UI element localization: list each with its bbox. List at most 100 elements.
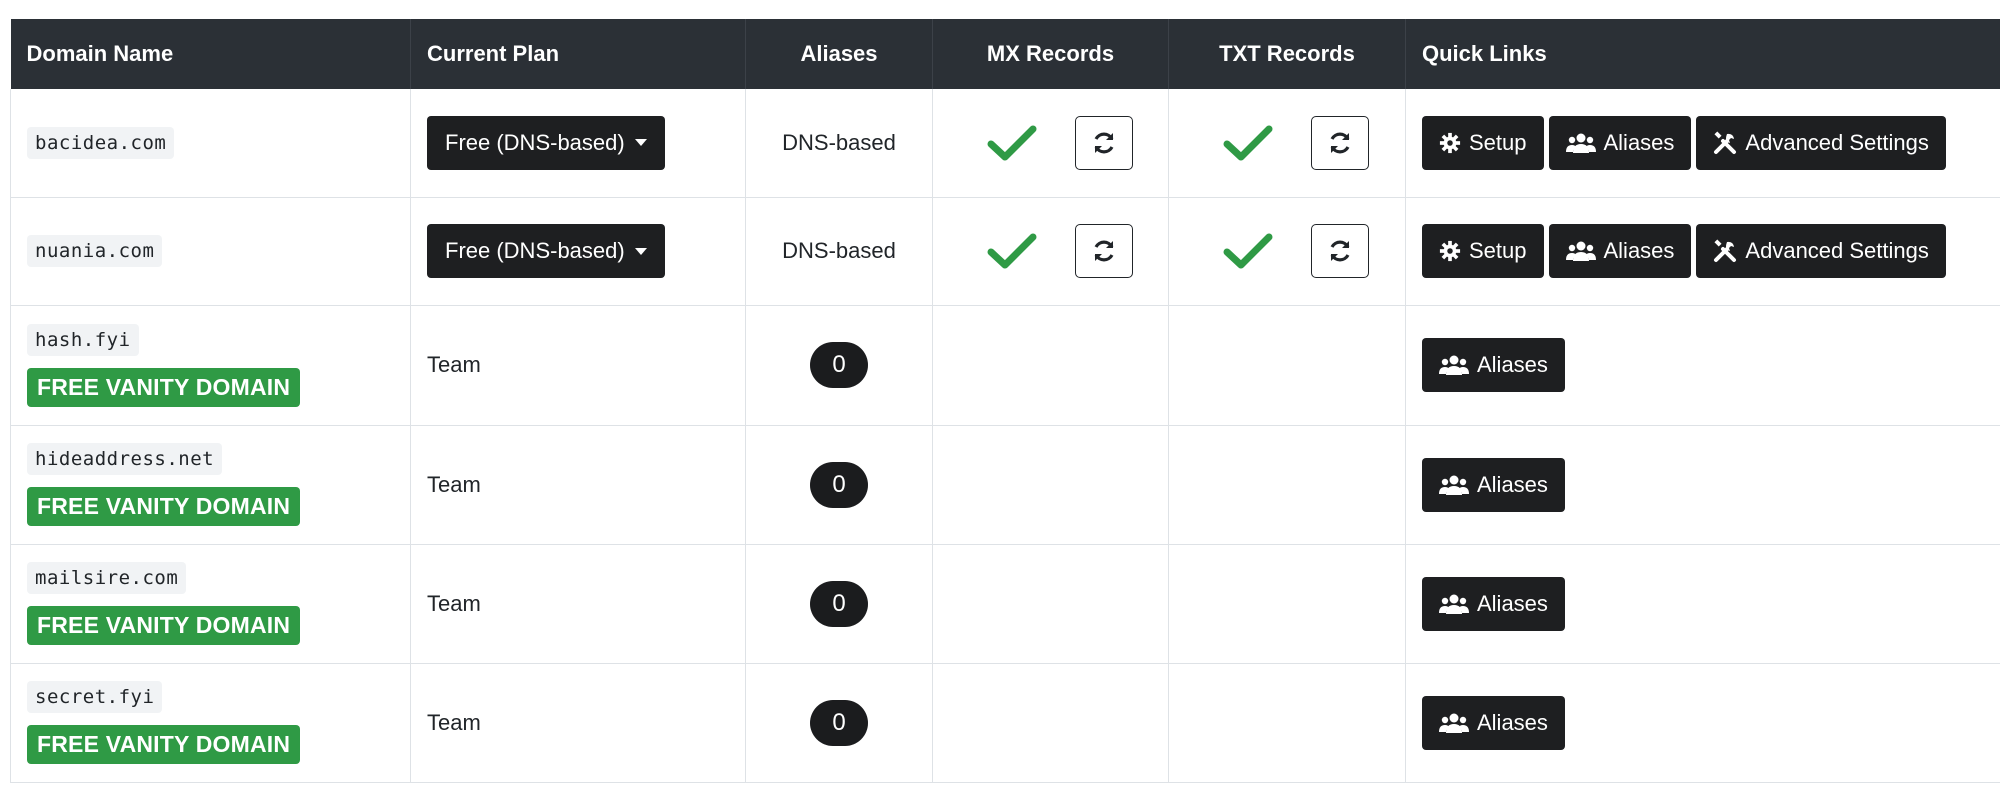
domain-cell: hash.fyi FREE VANITY DOMAIN bbox=[10, 305, 411, 426]
refresh-icon bbox=[1094, 132, 1114, 154]
aliases-button[interactable]: Aliases bbox=[1422, 695, 1565, 750]
table-row: hash.fyi FREE VANITY DOMAIN Team 0 Alias… bbox=[10, 305, 2000, 426]
aliases-cell: DNS-based bbox=[745, 197, 933, 306]
mx-records-cell bbox=[932, 544, 1169, 664]
table-row: bacidea.com Free (DNS-based) DNS-based S… bbox=[10, 89, 2000, 198]
refresh-icon bbox=[1330, 132, 1350, 154]
domains-table-wrapper: Domain Name Current Plan Aliases MX Reco… bbox=[10, 19, 2000, 783]
vanity-domain-badge: FREE VANITY DOMAIN bbox=[27, 606, 301, 645]
table-row: mailsire.com FREE VANITY DOMAIN Team 0 A… bbox=[10, 544, 2000, 664]
aliases-button-label: Aliases bbox=[1477, 590, 1548, 616]
domain-cell: bacidea.com bbox=[10, 89, 411, 198]
plan-cell: Free (DNS-based) bbox=[410, 197, 746, 306]
domains-table: Domain Name Current Plan Aliases MX Reco… bbox=[10, 19, 2000, 783]
aliases-cell: 0 bbox=[745, 544, 933, 664]
table-header-row: Domain Name Current Plan Aliases MX Reco… bbox=[10, 19, 2000, 89]
quick-links-cell: Aliases bbox=[1405, 544, 2000, 664]
aliases-cell: 0 bbox=[745, 305, 933, 426]
check-icon bbox=[1223, 233, 1273, 269]
quick-links-cell: Aliases bbox=[1405, 425, 2000, 545]
users-icon bbox=[1565, 241, 1596, 261]
setup-button-label: Setup bbox=[1469, 129, 1527, 155]
refresh-icon bbox=[1094, 240, 1114, 262]
quick-links-cell: Setup Aliases Advanced Settings bbox=[1405, 197, 2000, 306]
plan-dropdown-button[interactable]: Free (DNS-based) bbox=[427, 115, 665, 170]
aliases-cell: DNS-based bbox=[745, 89, 933, 198]
alias-count-badge: 0 bbox=[810, 461, 868, 508]
advanced-settings-label: Advanced Settings bbox=[1745, 129, 1929, 155]
aliases-button-label: Aliases bbox=[1603, 129, 1675, 155]
domain-name: bacidea.com bbox=[27, 126, 175, 159]
plan-cell: Free (DNS-based) bbox=[410, 89, 746, 198]
gear-icon bbox=[1439, 240, 1461, 262]
header-domain-name: Domain Name bbox=[10, 19, 411, 89]
users-icon bbox=[1439, 355, 1469, 375]
quick-links-cell: Aliases bbox=[1405, 663, 2000, 783]
table-row: hideaddress.net FREE VANITY DOMAIN Team … bbox=[10, 425, 2000, 545]
mx-refresh-button[interactable] bbox=[1075, 224, 1133, 278]
advanced-settings-label: Advanced Settings bbox=[1745, 238, 1929, 263]
caret-down-icon bbox=[634, 139, 647, 147]
plan-dropdown-label: Free (DNS-based) bbox=[445, 129, 625, 155]
domain-name: mailsire.com bbox=[27, 562, 187, 594]
txt-records-cell bbox=[1168, 663, 1406, 783]
alias-count-badge: 0 bbox=[810, 580, 868, 627]
vanity-domain-badge: FREE VANITY DOMAIN bbox=[27, 487, 301, 526]
table-row: secret.fyi FREE VANITY DOMAIN Team 0 Ali… bbox=[10, 663, 2000, 783]
aliases-button[interactable]: Aliases bbox=[1422, 457, 1565, 512]
plan-cell: Team bbox=[410, 544, 746, 664]
gear-icon bbox=[1439, 132, 1461, 153]
txt-refresh-button[interactable] bbox=[1311, 115, 1369, 170]
domain-cell: secret.fyi FREE VANITY DOMAIN bbox=[10, 663, 411, 783]
check-icon bbox=[1223, 125, 1273, 161]
check-icon bbox=[987, 233, 1037, 269]
header-current-plan: Current Plan bbox=[410, 19, 746, 89]
setup-button[interactable]: Setup bbox=[1422, 224, 1544, 278]
aliases-button-label: Aliases bbox=[1477, 709, 1548, 735]
aliases-cell: 0 bbox=[745, 663, 933, 783]
tools-icon bbox=[1714, 131, 1737, 154]
mx-records-cell bbox=[932, 425, 1169, 545]
aliases-button[interactable]: Aliases bbox=[1548, 115, 1692, 170]
domain-name: hash.fyi bbox=[27, 323, 139, 356]
domain-cell: mailsire.com FREE VANITY DOMAIN bbox=[10, 544, 411, 664]
caret-down-icon bbox=[634, 247, 647, 255]
aliases-button-label: Aliases bbox=[1477, 352, 1548, 377]
advanced-settings-button[interactable]: Advanced Settings bbox=[1696, 224, 1946, 278]
aliases-button[interactable]: Aliases bbox=[1422, 338, 1565, 392]
header-quick-links: Quick Links bbox=[1405, 19, 2000, 89]
txt-records-cell bbox=[1168, 544, 1406, 664]
aliases-cell: 0 bbox=[745, 425, 933, 545]
aliases-button-label: Aliases bbox=[1603, 238, 1675, 263]
txt-records-cell bbox=[1168, 89, 1406, 198]
mx-records-cell bbox=[932, 89, 1169, 198]
mx-records-cell bbox=[932, 663, 1169, 783]
alias-count-badge: 0 bbox=[810, 342, 868, 388]
domain-name: nuania.com bbox=[27, 235, 163, 267]
plan-dropdown-button[interactable]: Free (DNS-based) bbox=[427, 224, 665, 278]
domain-cell: hideaddress.net FREE VANITY DOMAIN bbox=[10, 425, 411, 545]
table-row: nuania.com Free (DNS-based) DNS-based Se… bbox=[10, 197, 2000, 306]
txt-refresh-button[interactable] bbox=[1311, 224, 1369, 278]
users-icon bbox=[1439, 475, 1469, 495]
mx-records-cell bbox=[932, 305, 1169, 426]
txt-records-cell bbox=[1168, 425, 1406, 545]
aliases-button[interactable]: Aliases bbox=[1422, 576, 1565, 631]
plan-dropdown-label: Free (DNS-based) bbox=[445, 238, 625, 263]
header-txt-records: TXT Records bbox=[1168, 19, 1406, 89]
quick-links-cell: Aliases bbox=[1405, 305, 2000, 426]
setup-button[interactable]: Setup bbox=[1422, 115, 1544, 170]
plan-cell: Team bbox=[410, 305, 746, 426]
mx-refresh-button[interactable] bbox=[1075, 115, 1133, 170]
aliases-button[interactable]: Aliases bbox=[1548, 224, 1692, 278]
users-icon bbox=[1439, 594, 1469, 614]
setup-button-label: Setup bbox=[1469, 238, 1527, 263]
txt-records-cell bbox=[1168, 197, 1406, 306]
alias-count-badge: 0 bbox=[810, 699, 868, 746]
header-aliases: Aliases bbox=[745, 19, 933, 89]
vanity-domain-badge: FREE VANITY DOMAIN bbox=[27, 367, 301, 407]
advanced-settings-button[interactable]: Advanced Settings bbox=[1696, 115, 1946, 170]
check-icon bbox=[987, 125, 1037, 161]
users-icon bbox=[1565, 133, 1596, 153]
header-mx-records: MX Records bbox=[932, 19, 1169, 89]
